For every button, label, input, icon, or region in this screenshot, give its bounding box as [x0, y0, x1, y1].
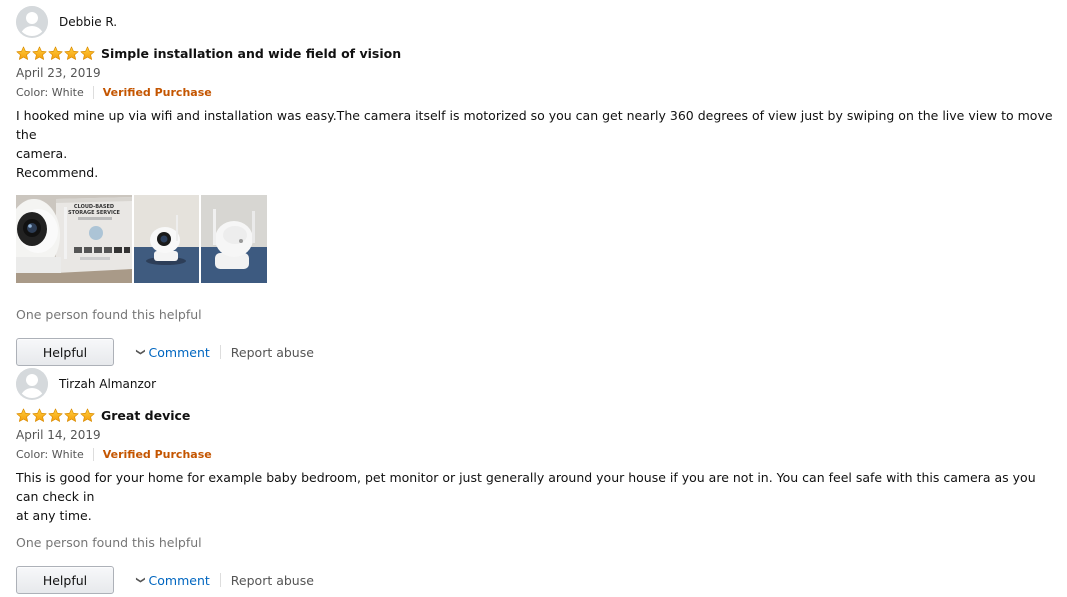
report-abuse-link[interactable]: Report abuse: [231, 345, 314, 360]
review-2: Tirzah Almanzor Great device April 14, 2…: [16, 368, 1061, 595]
star-icon: [80, 46, 95, 61]
chevron-down-icon: ❯: [134, 348, 145, 356]
star-icon: [32, 46, 47, 61]
star-icon: [64, 408, 79, 423]
review-body-line: camera.: [16, 146, 68, 161]
star-icon: [16, 408, 31, 423]
comment-link[interactable]: ❯ Comment: [134, 572, 210, 588]
review-title[interactable]: Simple installation and wide field of vi…: [101, 46, 401, 61]
avatar[interactable]: [16, 6, 48, 38]
divider: [219, 573, 221, 587]
product-variant: Color: White: [16, 86, 84, 99]
divider: [219, 345, 221, 359]
star-rating[interactable]: [16, 408, 95, 423]
avatar[interactable]: [16, 368, 48, 400]
review-image-thumbnail[interactable]: [134, 195, 199, 283]
reviewer-profile[interactable]: Tirzah Almanzor: [16, 368, 1061, 400]
review-body-line: Recommend.: [16, 165, 99, 180]
star-icon: [32, 408, 47, 423]
divider: [92, 86, 94, 99]
verified-purchase-badge: Verified Purchase: [102, 448, 212, 461]
review-body-line: at any time.: [16, 508, 92, 523]
camera-photo: [201, 195, 267, 283]
review-body: I hooked mine up via wifi and installati…: [16, 106, 1061, 182]
star-icon: [48, 408, 63, 423]
report-abuse-link[interactable]: Report abuse: [231, 573, 314, 588]
comment-label: Comment: [148, 344, 210, 360]
star-icon: [48, 46, 63, 61]
product-variant: Color: White: [16, 448, 84, 461]
camera-box-photo: CLOUD-BASED STORAGE SERVICE: [16, 195, 132, 283]
helpful-button[interactable]: Helpful: [16, 338, 114, 366]
star-icon: [80, 408, 95, 423]
box-text: STORAGE SERVICE: [68, 210, 121, 216]
review-body: This is good for your home for example b…: [16, 468, 1061, 525]
review-image-thumbnail[interactable]: [201, 195, 267, 283]
comment-label: Comment: [148, 572, 210, 588]
star-icon: [64, 46, 79, 61]
review-body-line: I hooked mine up via wifi and installati…: [16, 108, 1053, 142]
divider: [92, 448, 94, 461]
review-body-line: This is good for your home for example b…: [16, 470, 1036, 504]
reviewer-name[interactable]: Tirzah Almanzor: [59, 377, 156, 391]
helpful-button[interactable]: Helpful: [16, 566, 114, 594]
review-title[interactable]: Great device: [101, 408, 190, 423]
review-images: CLOUD-BASED STORAGE SERVICE: [16, 195, 1061, 283]
camera-photo: [134, 195, 199, 283]
star-icon: [16, 46, 31, 61]
reviewer-profile[interactable]: Debbie R.: [16, 6, 1061, 38]
review-date: April 14, 2019: [16, 428, 101, 442]
helpful-count: One person found this helpful: [16, 307, 202, 322]
reviewer-name[interactable]: Debbie R.: [59, 15, 117, 29]
comment-link[interactable]: ❯ Comment: [134, 344, 210, 360]
review-date: April 23, 2019: [16, 66, 101, 80]
verified-purchase-badge: Verified Purchase: [102, 86, 212, 99]
chevron-down-icon: ❯: [134, 576, 145, 584]
review-image-thumbnail[interactable]: CLOUD-BASED STORAGE SERVICE: [16, 195, 132, 283]
star-rating[interactable]: [16, 46, 95, 61]
helpful-count: One person found this helpful: [16, 535, 202, 550]
review-1: Debbie R. Simple installation and wide f…: [16, 6, 1061, 367]
